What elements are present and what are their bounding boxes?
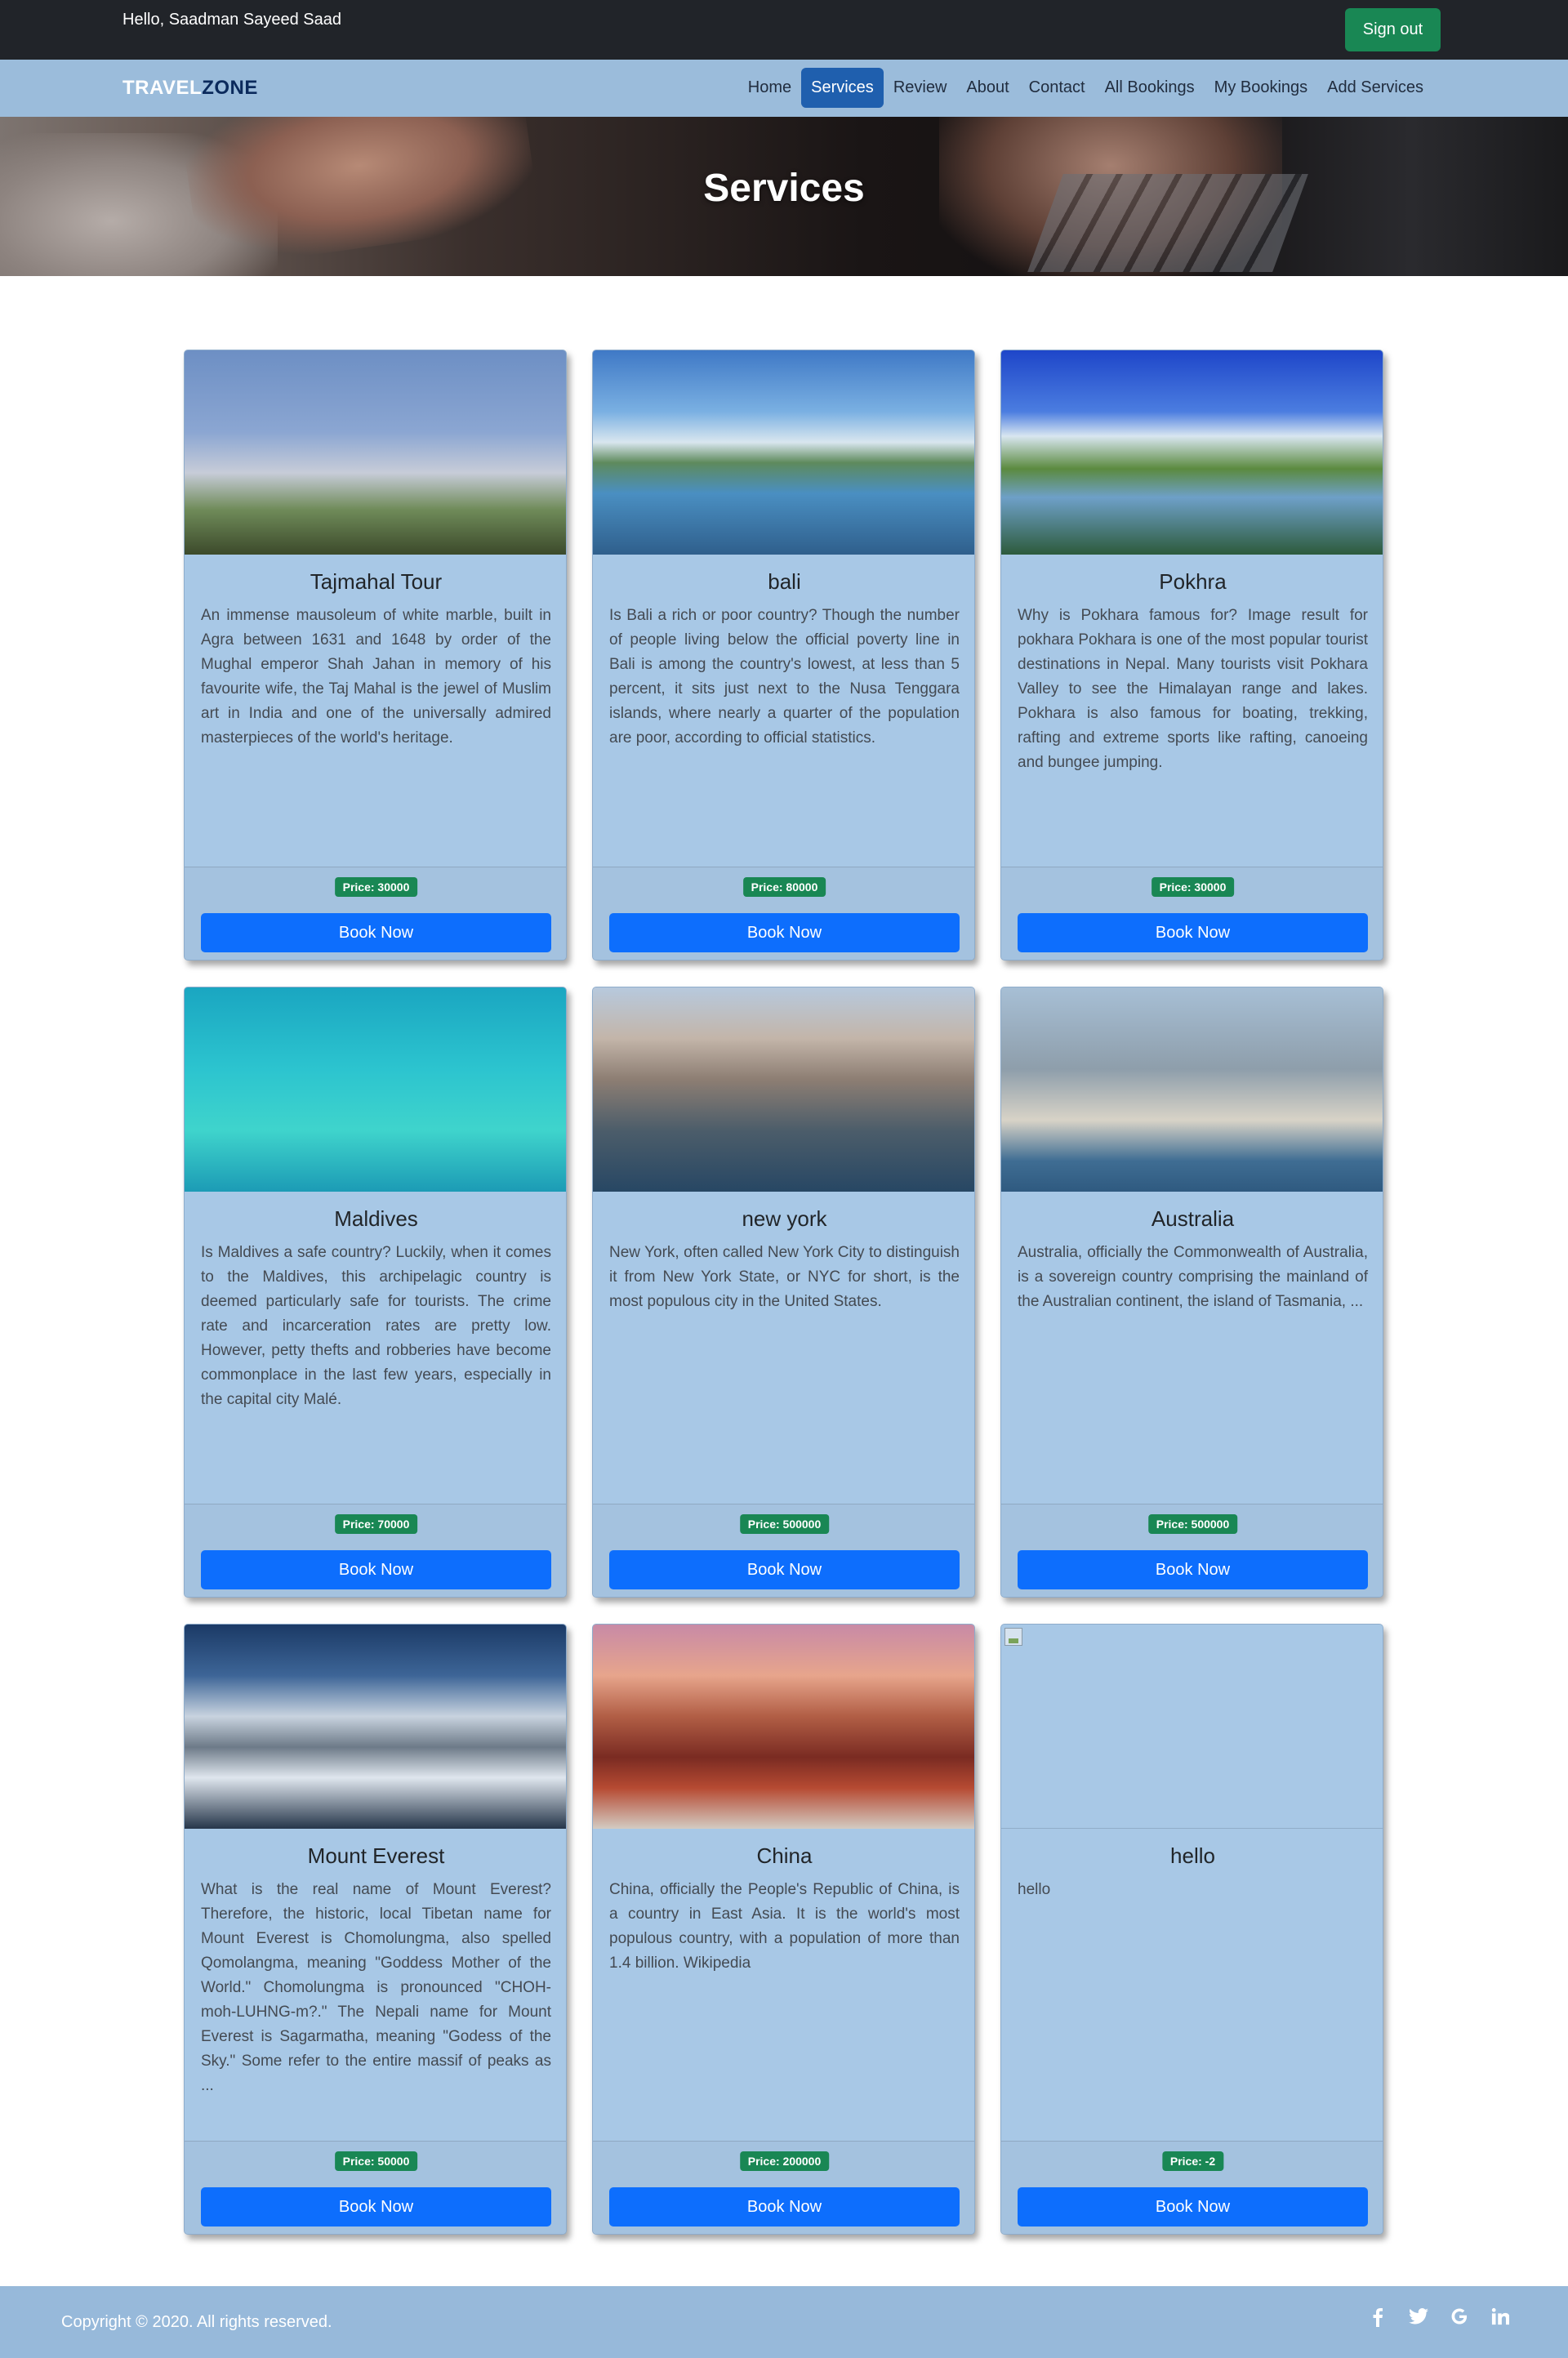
service-card: Maldives Is Maldives a safe country? Luc… — [184, 987, 567, 1598]
nav-services[interactable]: Services — [801, 68, 884, 108]
nav-about[interactable]: About — [956, 68, 1018, 108]
service-image — [185, 987, 566, 1192]
linkedin-icon[interactable] — [1490, 2307, 1511, 2329]
service-card: Australia Australia, officially the Comm… — [1000, 987, 1383, 1598]
service-card: China China, officially the People's Rep… — [592, 1624, 975, 2235]
service-description: An immense mausoleum of white marble, bu… — [201, 607, 551, 747]
nav-all-bookings[interactable]: All Bookings — [1095, 68, 1205, 108]
book-now-button[interactable]: Book Now — [609, 1550, 960, 1589]
service-image — [1001, 1625, 1383, 1829]
sign-out-button[interactable]: Sign out — [1345, 8, 1441, 51]
card-footer: Price: 500000 Book Now — [593, 1504, 974, 1597]
service-title: Pokhra — [1159, 569, 1227, 594]
service-image — [185, 350, 566, 555]
facebook-icon[interactable] — [1367, 2307, 1388, 2329]
service-title: bali — [768, 569, 801, 594]
nav-links: Home Services Review About Contact All B… — [738, 68, 1433, 108]
service-title: Mount Everest — [307, 1843, 445, 1868]
service-title: Maldives — [334, 1206, 418, 1231]
book-now-button[interactable]: Book Now — [201, 913, 551, 952]
card-footer: Price: 30000 Book Now — [185, 867, 566, 960]
price-badge: Price: 50000 — [334, 2151, 418, 2171]
hero-banner: Services — [0, 117, 1568, 276]
card-footer: Price: -2 Book Now — [1001, 2141, 1383, 2234]
price-badge: Price: 80000 — [742, 877, 826, 897]
brand-part-1: TRAVEL — [122, 77, 203, 99]
price-badge: Price: 30000 — [1151, 877, 1235, 897]
service-image — [593, 350, 974, 555]
card-footer: Price: 70000 Book Now — [185, 1504, 566, 1597]
price-badge: Price: 200000 — [739, 2151, 830, 2171]
social-links — [1367, 2307, 1511, 2329]
service-description: Why is Pokhara famous for? Image result … — [1018, 607, 1368, 771]
service-title: new york — [742, 1206, 827, 1231]
card-footer: Price: 200000 Book Now — [593, 2141, 974, 2234]
service-description: Is Maldives a safe country? Luckily, whe… — [201, 1244, 551, 1408]
nav-add-services[interactable]: Add Services — [1317, 68, 1433, 108]
broken-image-icon — [1004, 1628, 1022, 1646]
book-now-button[interactable]: Book Now — [1018, 913, 1368, 952]
service-image — [1001, 350, 1383, 555]
card-footer: Price: 50000 Book Now — [185, 2141, 566, 2234]
book-now-button[interactable]: Book Now — [609, 913, 960, 952]
price-badge: Price: -2 — [1161, 2151, 1224, 2171]
service-card: Mount Everest What is the real name of M… — [184, 1624, 567, 2235]
google-icon[interactable] — [1449, 2307, 1470, 2329]
service-title: China — [756, 1843, 813, 1868]
service-description: New York, often called New York City to … — [609, 1244, 960, 1310]
service-title: hello — [1170, 1843, 1215, 1868]
page-title: Services — [703, 167, 865, 210]
service-card: bali Is Bali a rich or poor country? Tho… — [592, 350, 975, 961]
service-image — [593, 1625, 974, 1829]
book-now-button[interactable]: Book Now — [609, 2187, 960, 2227]
service-card: new york New York, often called New York… — [592, 987, 975, 1598]
service-image — [1001, 987, 1383, 1192]
service-description: China, officially the People's Republic … — [609, 1881, 960, 1972]
book-now-button[interactable]: Book Now — [1018, 2187, 1368, 2227]
card-footer: Price: 30000 Book Now — [1001, 867, 1383, 960]
price-badge: Price: 70000 — [334, 1514, 418, 1534]
price-badge: Price: 500000 — [1147, 1514, 1238, 1534]
service-title: Tajmahal Tour — [310, 569, 443, 594]
nav-contact[interactable]: Contact — [1019, 68, 1095, 108]
user-greeting: Hello, Saadman Sayeed Saad — [122, 11, 341, 29]
price-badge: Price: 30000 — [334, 877, 418, 897]
book-now-button[interactable]: Book Now — [201, 1550, 551, 1589]
nav-my-bookings[interactable]: My Bookings — [1205, 68, 1318, 108]
service-description: What is the real name of Mount Everest? … — [201, 1881, 551, 2094]
card-footer: Price: 500000 Book Now — [1001, 1504, 1383, 1597]
book-now-button[interactable]: Book Now — [1018, 1550, 1368, 1589]
nav-review[interactable]: Review — [884, 68, 957, 108]
card-footer: Price: 80000 Book Now — [593, 867, 974, 960]
brand-part-2: ZONE — [202, 77, 258, 99]
service-description: hello — [1018, 1881, 1051, 1898]
service-card: Tajmahal Tour An immense mausoleum of wh… — [184, 350, 567, 961]
service-description: Is Bali a rich or poor country? Though t… — [609, 607, 960, 747]
book-now-button[interactable]: Book Now — [201, 2187, 551, 2227]
price-badge: Price: 500000 — [739, 1514, 830, 1534]
service-image — [593, 987, 974, 1192]
twitter-icon[interactable] — [1408, 2307, 1429, 2329]
service-image — [185, 1625, 566, 1829]
top-bar: Hello, Saadman Sayeed Saad Sign out — [0, 0, 1568, 60]
main-navbar: TRAVELZONE Home Services Review About Co… — [0, 60, 1568, 117]
page-footer: Copyright © 2020. All rights reserved. — [0, 2286, 1568, 2358]
service-title: Australia — [1151, 1206, 1235, 1231]
service-description: Australia, officially the Commonwealth o… — [1018, 1244, 1368, 1310]
service-card: Pokhra Why is Pokhara famous for? Image … — [1000, 350, 1383, 961]
service-card: hello hello Price: -2 Book Now — [1000, 1624, 1383, 2235]
brand-logo[interactable]: TRAVELZONE — [122, 77, 258, 100]
copyright-text: Copyright © 2020. All rights reserved. — [61, 2313, 332, 2331]
nav-home[interactable]: Home — [738, 68, 801, 108]
